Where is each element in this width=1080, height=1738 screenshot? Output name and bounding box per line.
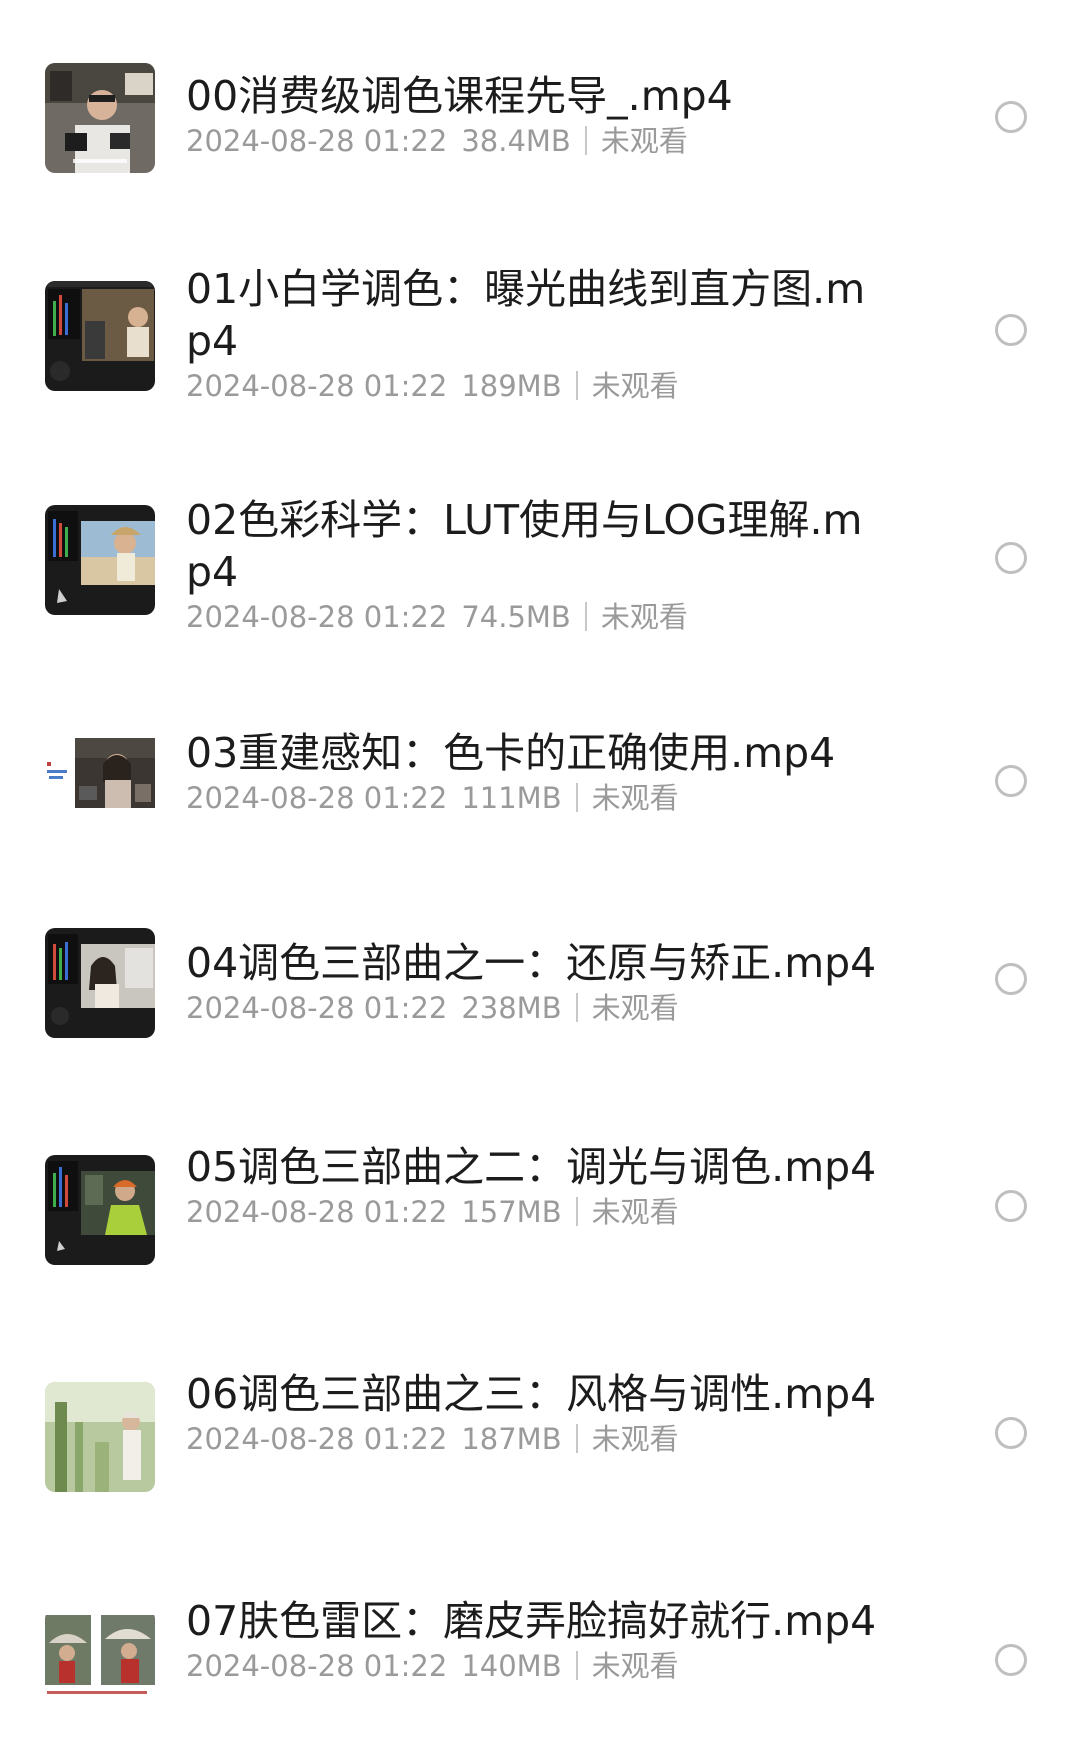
file-name: 01小白学调色：曝光曲线到直方图.mp4	[186, 265, 866, 365]
file-name: 02色彩科学：LUT使用与LOG理解.mp4	[186, 496, 863, 596]
select-radio[interactable]	[995, 542, 1027, 574]
watch-status: 未观看	[591, 781, 679, 815]
list-item[interactable]: 03重建感知：色卡的正确使用.mp4 2024-08-28 01:22 111MB…	[0, 669, 1080, 883]
list-item[interactable]: 02色彩科学：LUT使用与LOG理解.mp4 2024-08-28 01:22 7…	[0, 442, 1080, 669]
file-date: 2024-08-28 01:22	[186, 124, 448, 158]
video-thumbnail[interactable]	[45, 1155, 155, 1265]
file-name: 07肤色雷区：磨皮弄脸搞好就行.mp4	[186, 1597, 877, 1645]
list-item[interactable]: 05调色三部曲之二：调光与调色.mp4 2024-08-28 01:22 157M…	[0, 1110, 1080, 1337]
meta-divider	[575, 1651, 578, 1680]
meta-divider	[584, 126, 587, 155]
video-thumbnail[interactable]	[45, 505, 155, 615]
file-meta: 2024-08-28 01:22 38.4MB 未观看	[186, 122, 886, 160]
video-thumbnail[interactable]	[45, 281, 155, 391]
meta-divider	[575, 1424, 578, 1453]
meta-divider	[584, 602, 587, 631]
list-item[interactable]: 06调色三部曲之三：风格与调性.mp4 2024-08-28 01:22 187M…	[0, 1337, 1080, 1564]
file-name: 04调色三部曲之一：还原与矫正.mp4	[186, 939, 877, 987]
file-size: 238MB	[461, 991, 562, 1025]
meta-divider	[575, 371, 578, 400]
file-date: 2024-08-28 01:22	[186, 1195, 448, 1229]
file-size: 189MB	[461, 369, 562, 403]
file-meta: 2024-08-28 01:22 189MB 未观看	[186, 367, 886, 405]
file-meta: 2024-08-28 01:22 157MB 未观看	[186, 1193, 886, 1231]
video-thumbnail[interactable]	[45, 928, 155, 1038]
file-meta: 2024-08-28 01:22 140MB 未观看	[186, 1647, 886, 1685]
list-item[interactable]: 00消费级调色课程先导_.mp4 2024-08-28 01:22 38.4MB 未…	[0, 0, 1080, 215]
file-date: 2024-08-28 01:22	[186, 369, 448, 403]
select-radio[interactable]	[995, 963, 1027, 995]
file-meta: 2024-08-28 01:22 111MB 未观看	[186, 779, 886, 817]
file-name: 06调色三部曲之三：风格与调性.mp4	[186, 1370, 877, 1418]
file-date: 2024-08-28 01:22	[186, 1422, 448, 1456]
watch-status: 未观看	[591, 1422, 679, 1456]
list-item[interactable]: 01小白学调色：曝光曲线到直方图.mp4 2024-08-28 01:22 189…	[0, 215, 1080, 442]
list-item[interactable]: 07肤色雷区：磨皮弄脸搞好就行.mp4 2024-08-28 01:22 140M…	[0, 1564, 1080, 1738]
video-thumbnail[interactable]	[45, 63, 155, 173]
watch-status: 未观看	[591, 1649, 679, 1683]
file-date: 2024-08-28 01:22	[186, 991, 448, 1025]
select-radio[interactable]	[995, 1417, 1027, 1449]
file-size: 111MB	[461, 781, 562, 815]
select-radio[interactable]	[995, 765, 1027, 797]
file-name: 05调色三部曲之二：调光与调色.mp4	[186, 1143, 877, 1191]
file-size: 187MB	[461, 1422, 562, 1456]
meta-divider	[575, 783, 578, 812]
meta-divider	[575, 1197, 578, 1226]
file-date: 2024-08-28 01:22	[186, 1649, 448, 1683]
file-meta: 2024-08-28 01:22 74.5MB 未观看	[186, 598, 886, 636]
watch-status: 未观看	[591, 991, 679, 1025]
list-item[interactable]: 04调色三部曲之一：还原与矫正.mp4 2024-08-28 01:22 238M…	[0, 883, 1080, 1110]
video-thumbnail[interactable]	[45, 724, 155, 834]
select-radio[interactable]	[995, 1190, 1027, 1222]
video-thumbnail[interactable]	[45, 1382, 155, 1492]
meta-divider	[575, 993, 578, 1022]
select-radio[interactable]	[995, 1644, 1027, 1676]
watch-status: 未观看	[591, 1195, 679, 1229]
file-name: 03重建感知：色卡的正确使用.mp4	[186, 729, 836, 777]
file-size: 74.5MB	[461, 600, 571, 634]
file-size: 38.4MB	[461, 124, 571, 158]
file-date: 2024-08-28 01:22	[186, 781, 448, 815]
file-meta: 2024-08-28 01:22 238MB 未观看	[186, 989, 886, 1027]
watch-status: 未观看	[600, 600, 688, 634]
select-radio[interactable]	[995, 101, 1027, 133]
watch-status: 未观看	[591, 369, 679, 403]
file-date: 2024-08-28 01:22	[186, 600, 448, 634]
video-file-list: 00消费级调色课程先导_.mp4 2024-08-28 01:22 38.4MB 未…	[0, 0, 1080, 1738]
select-radio[interactable]	[995, 314, 1027, 346]
video-thumbnail[interactable]	[45, 1609, 155, 1719]
watch-status: 未观看	[600, 124, 688, 158]
file-name: 00消费级调色课程先导_.mp4	[186, 72, 733, 120]
file-size: 157MB	[461, 1195, 562, 1229]
file-meta: 2024-08-28 01:22 187MB 未观看	[186, 1420, 886, 1458]
file-size: 140MB	[461, 1649, 562, 1683]
